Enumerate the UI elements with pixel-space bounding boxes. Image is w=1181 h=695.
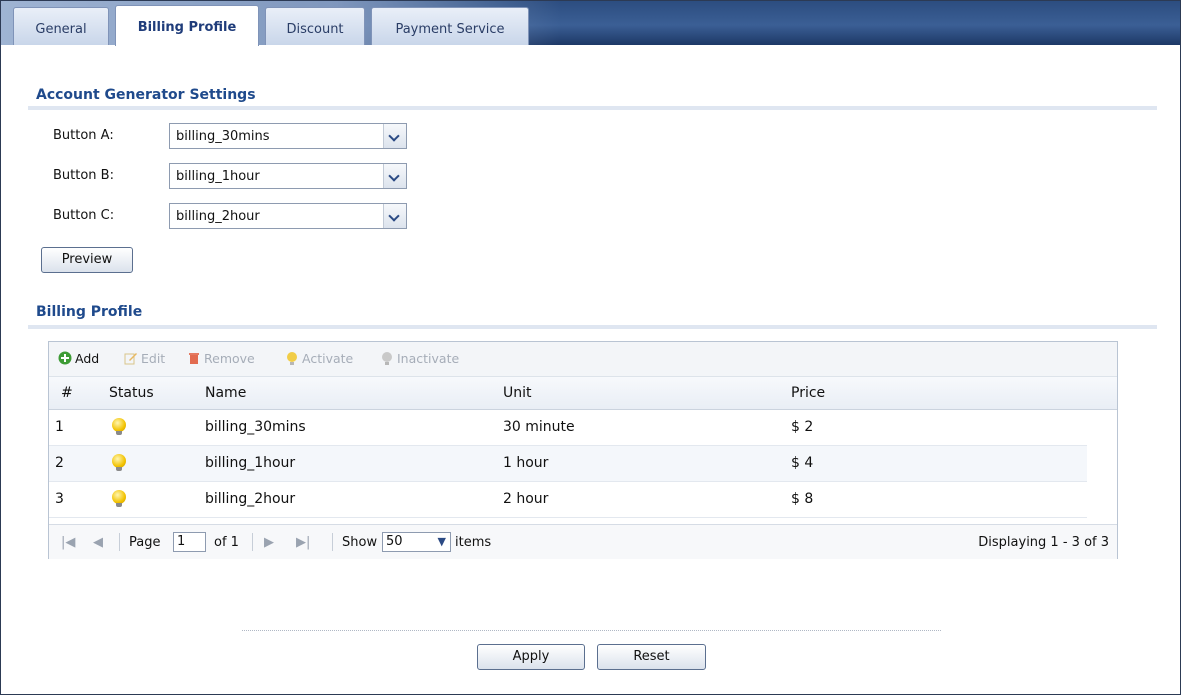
inactivate-label: Inactivate xyxy=(397,351,460,366)
pagination-bar: |◀ ◀ Page 1 of 1 ▶ ▶| Show 50 ▼ items Di… xyxy=(49,524,1117,559)
tab-billing-profile[interactable]: Billing Profile xyxy=(115,5,259,46)
col-name[interactable]: Name xyxy=(205,385,246,401)
edit-icon xyxy=(124,353,137,365)
add-button[interactable]: Add xyxy=(58,351,99,366)
page-of-label: of 1 xyxy=(214,535,239,550)
row-name: billing_2hour xyxy=(205,491,296,507)
row-unit: 30 minute xyxy=(503,419,575,435)
button-b-value: billing_1hour xyxy=(176,169,260,184)
prev-page-icon[interactable]: ◀ xyxy=(93,535,103,550)
page-label: Page xyxy=(129,535,161,550)
status-active-icon xyxy=(112,454,126,471)
row-number: 2 xyxy=(55,455,64,471)
chevron-down-icon[interactable] xyxy=(383,204,406,228)
chevron-down-icon[interactable] xyxy=(383,164,406,188)
tab-discount[interactable]: Discount xyxy=(265,7,365,45)
status-active-icon xyxy=(112,490,126,507)
chevron-down-icon[interactable] xyxy=(383,124,406,148)
pager-divider xyxy=(332,533,333,551)
edit-label: Edit xyxy=(141,351,166,366)
pager-divider xyxy=(252,533,253,551)
page-input[interactable]: 1 xyxy=(173,532,206,552)
section-divider xyxy=(28,106,1157,110)
reset-button[interactable]: Reset xyxy=(597,644,706,670)
last-page-icon[interactable]: ▶| xyxy=(296,535,310,550)
inactivate-button[interactable]: Inactivate xyxy=(380,351,459,366)
status-active-icon xyxy=(112,418,126,435)
row-number: 1 xyxy=(55,419,64,435)
button-b-label: Button B: xyxy=(53,168,114,183)
add-label: Add xyxy=(75,351,100,366)
button-c-value: billing_2hour xyxy=(176,209,260,224)
window: General Billing Profile Discount Payment… xyxy=(0,0,1181,695)
pager-divider xyxy=(119,533,120,551)
items-per-page-select[interactable]: 50 ▼ xyxy=(382,532,451,552)
table-row[interactable]: 3 billing_2hour 2 hour $ 8 xyxy=(49,482,1087,518)
tab-general[interactable]: General xyxy=(13,7,109,45)
table-header: # Status Name Unit Price xyxy=(49,377,1117,410)
remove-button[interactable]: Remove xyxy=(187,351,255,366)
table-toolbar: Add Edit Remove Activate Inactivate xyxy=(49,342,1117,377)
edit-button[interactable]: Edit xyxy=(124,351,165,366)
row-unit: 2 hour xyxy=(503,491,549,507)
next-page-icon[interactable]: ▶ xyxy=(264,535,274,550)
button-c-label: Button C: xyxy=(53,208,115,223)
button-c-select[interactable]: billing_2hour xyxy=(169,203,407,229)
col-status[interactable]: Status xyxy=(109,385,154,401)
apply-button[interactable]: Apply xyxy=(477,644,585,670)
row-unit: 1 hour xyxy=(503,455,549,471)
button-a-value: billing_30mins xyxy=(176,129,270,144)
col-unit[interactable]: Unit xyxy=(503,385,532,401)
account-generator-title: Account Generator Settings xyxy=(36,87,256,103)
billing-profile-title: Billing Profile xyxy=(36,304,143,320)
row-name: billing_30mins xyxy=(205,419,306,435)
button-a-label: Button A: xyxy=(53,128,114,143)
row-name: billing_1hour xyxy=(205,455,296,471)
bulb-on-icon xyxy=(287,352,297,365)
section-divider xyxy=(28,325,1157,329)
row-price: $ 2 xyxy=(791,419,814,435)
tab-payment-service[interactable]: Payment Service xyxy=(371,7,529,45)
items-label: items xyxy=(455,535,492,550)
chevron-down-icon[interactable]: ▼ xyxy=(438,533,446,551)
row-number: 3 xyxy=(55,491,64,507)
table-row[interactable]: 2 billing_1hour 1 hour $ 4 xyxy=(49,446,1087,482)
remove-label: Remove xyxy=(204,351,255,366)
activate-label: Activate xyxy=(302,351,354,366)
tab-bar: General Billing Profile Discount Payment… xyxy=(1,1,1180,46)
col-price[interactable]: Price xyxy=(791,385,825,401)
col-number[interactable]: # xyxy=(61,385,73,401)
show-label: Show xyxy=(342,535,378,550)
button-a-select[interactable]: billing_30mins xyxy=(169,123,407,149)
row-price: $ 4 xyxy=(791,455,814,471)
trash-icon xyxy=(189,353,199,364)
billing-profile-table: Add Edit Remove Activate Inactivate # St… xyxy=(48,341,1118,559)
footer-divider xyxy=(242,630,941,631)
displaying-count: Displaying 1 - 3 of 3 xyxy=(978,535,1109,550)
table-row[interactable]: 1 billing_30mins 30 minute $ 2 xyxy=(49,410,1087,446)
bulb-off-icon xyxy=(382,352,392,365)
items-per-page-value: 50 xyxy=(386,534,403,549)
button-b-select[interactable]: billing_1hour xyxy=(169,163,407,189)
activate-button[interactable]: Activate xyxy=(285,351,353,366)
preview-button[interactable]: Preview xyxy=(41,247,133,273)
add-icon xyxy=(58,351,72,365)
row-price: $ 8 xyxy=(791,491,814,507)
first-page-icon[interactable]: |◀ xyxy=(61,535,75,550)
